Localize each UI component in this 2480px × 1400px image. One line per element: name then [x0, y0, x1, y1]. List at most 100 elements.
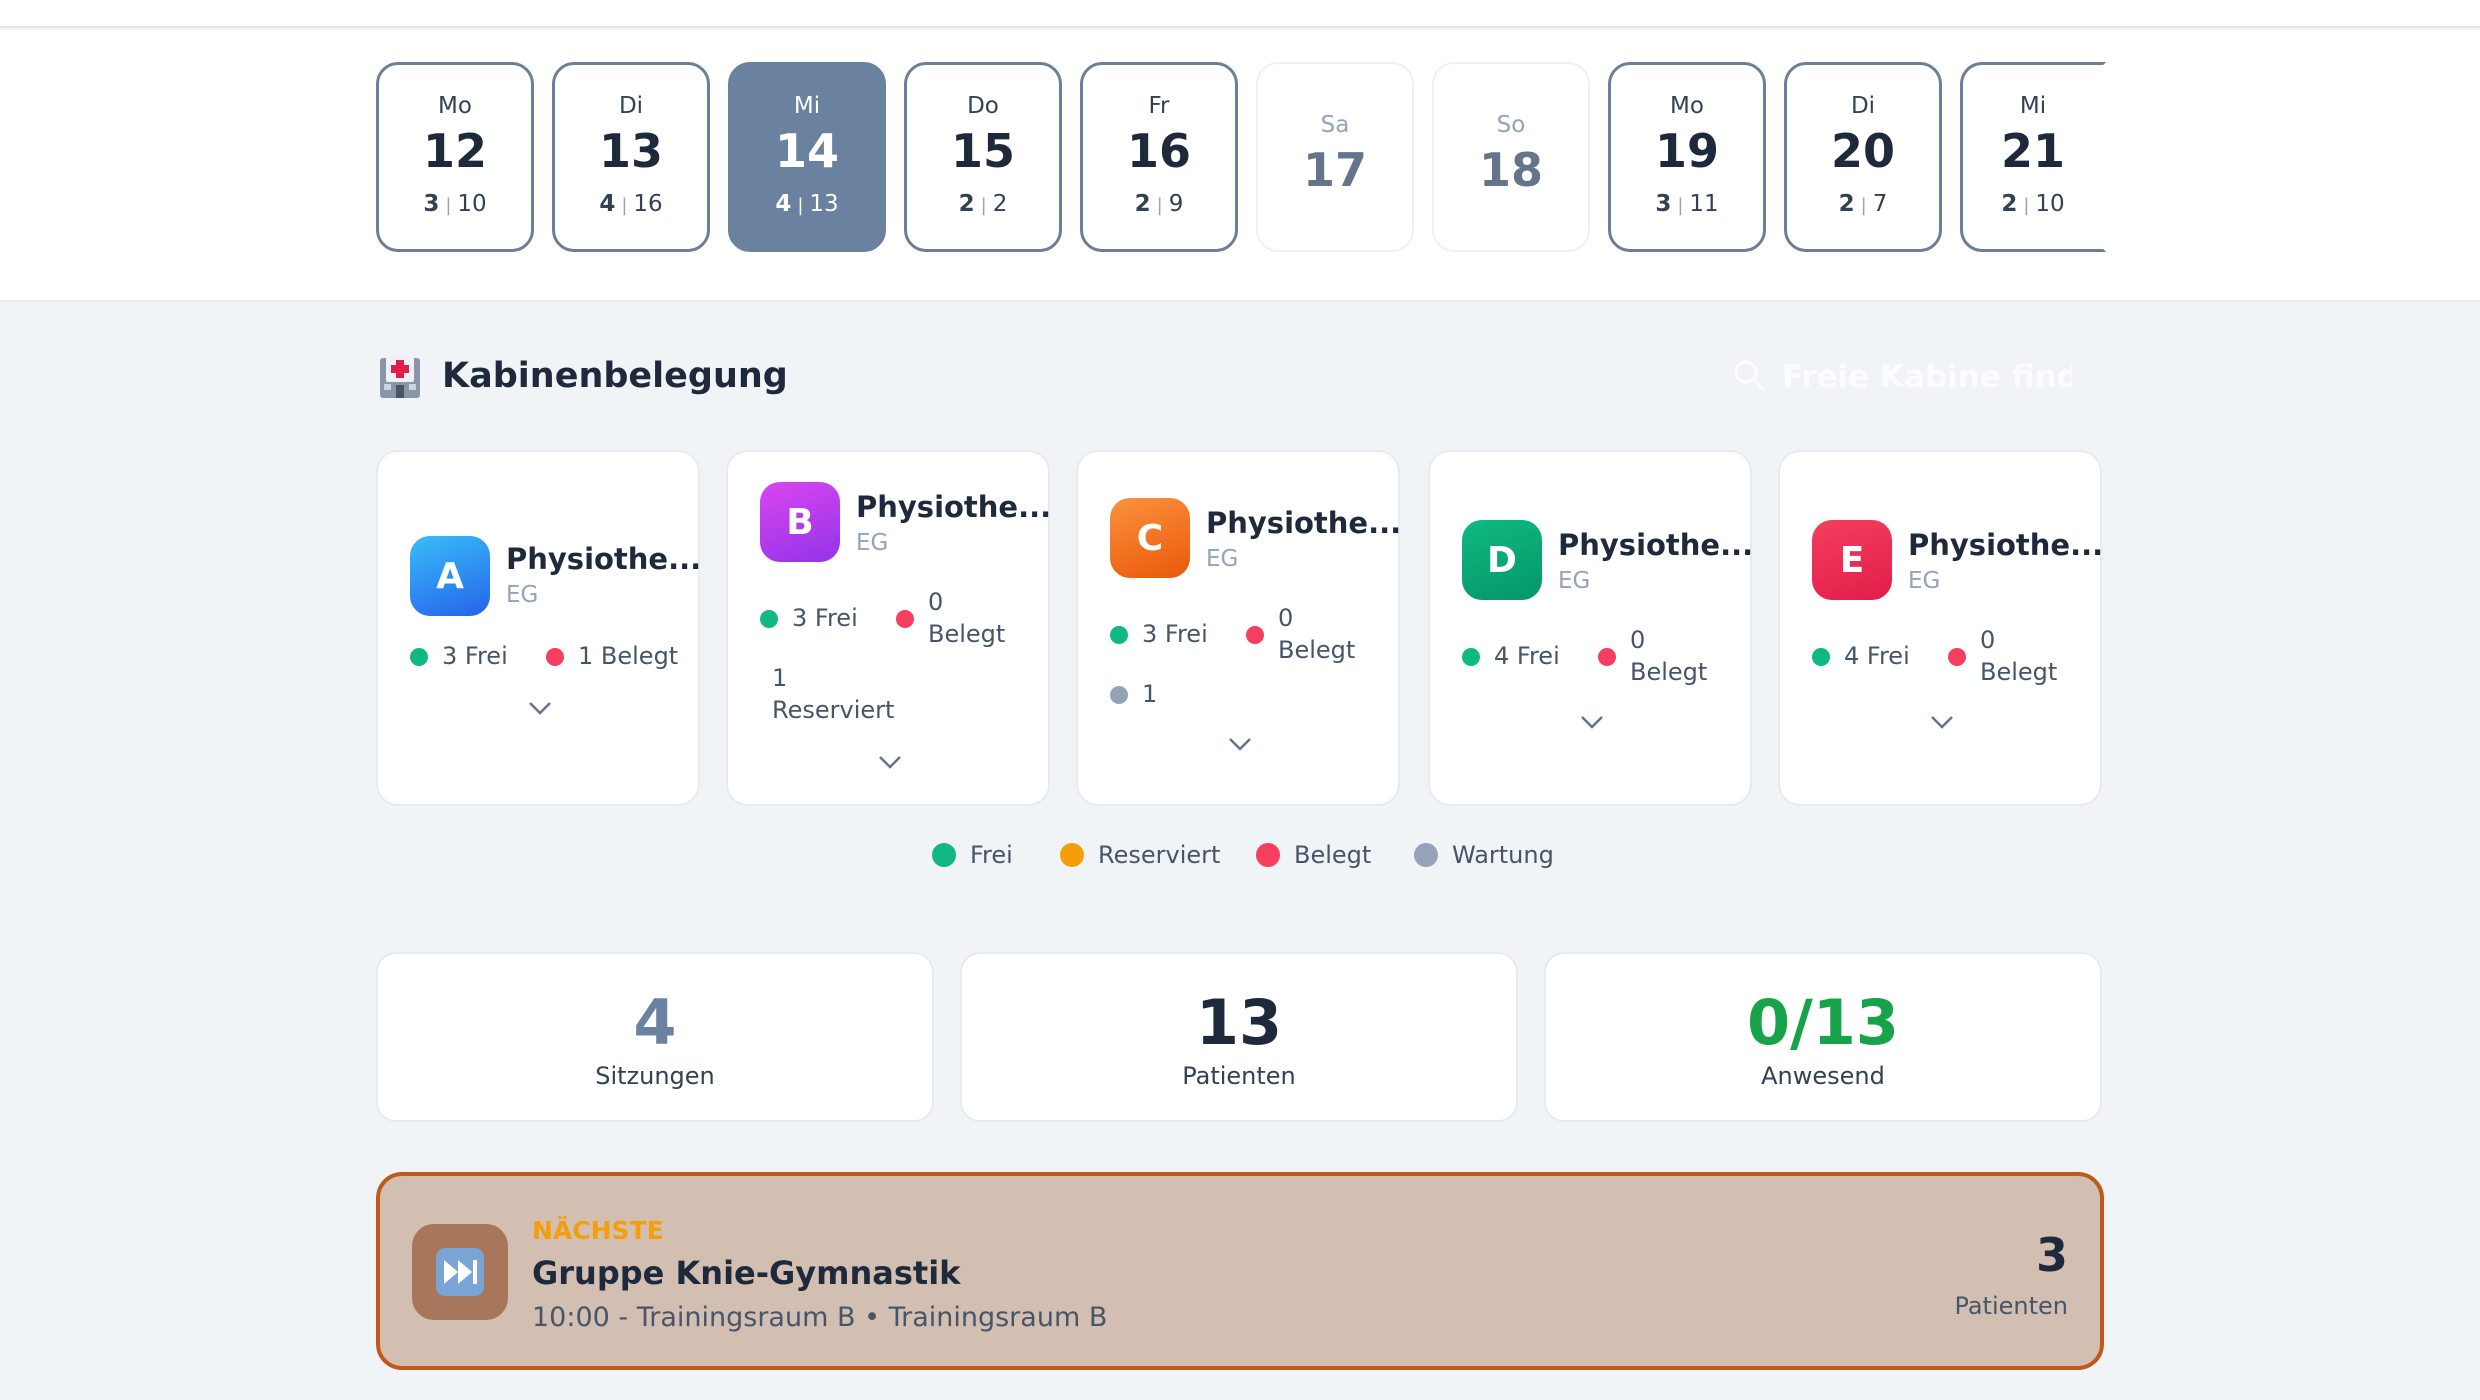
day-button-di-20[interactable]: Di 20 2 | 7	[1784, 62, 1942, 252]
kpi-value: 13	[1195, 986, 1283, 1059]
top-bar	[0, 0, 2480, 28]
day-weekday: Mi	[793, 93, 821, 119]
day-date: 14	[774, 124, 839, 178]
chevron-down-icon[interactable]	[1228, 736, 1252, 751]
day-counts: 2 | 10	[2001, 191, 2065, 217]
cabin-name: Physiothe...	[506, 542, 702, 576]
day-session-count: 2	[958, 191, 975, 217]
day-weekday: Do	[967, 93, 999, 119]
occupied-status-dot	[546, 648, 564, 666]
legend-item-wartung: Wartung	[1414, 841, 1554, 869]
cabin-floor: EG	[506, 582, 539, 608]
search-input[interactable]	[1782, 359, 2072, 395]
legend-label: Wartung	[1452, 841, 1554, 869]
occupied-status-dot	[1598, 648, 1616, 666]
legend-dot	[1060, 843, 1084, 867]
day-button-di-13[interactable]: Di 13 4 | 16	[552, 62, 710, 252]
chevron-down-icon[interactable]	[1580, 714, 1604, 729]
day-date: 13	[598, 124, 663, 178]
kpi-label: Sitzungen	[595, 1062, 715, 1090]
day-button-sa-17[interactable]: Sa 17	[1256, 62, 1414, 252]
day-session-count: 2	[1134, 191, 1151, 217]
day-weekday: Fr	[1148, 93, 1170, 119]
legend-label: Frei	[970, 841, 1013, 869]
cabin-badge: B	[760, 482, 840, 562]
chevron-down-icon[interactable]	[1930, 714, 1954, 729]
day-counts: 2 | 9	[1134, 191, 1184, 217]
cabin-card-c[interactable]: C Physiothe... EG 3 Frei 0 Belegt 1	[1076, 450, 1402, 806]
cabin-card-e[interactable]: E Physiothe... EG 4 Frei 0 Belegt	[1778, 450, 2103, 806]
day-weekday: Mo	[1670, 93, 1704, 119]
day-weekday: So	[1496, 112, 1526, 138]
day-weekday: Mi	[2019, 93, 2047, 119]
cabin-name: Physiothe...	[1206, 506, 1402, 540]
next-patient-count: 3	[2035, 1228, 2068, 1282]
free-status-dot	[1462, 648, 1480, 666]
day-session-count: 3	[423, 191, 440, 217]
day-session-count: 4	[599, 191, 616, 217]
fast-forward-icon	[412, 1224, 508, 1320]
free-count: 3 Frei	[442, 642, 508, 670]
day-weekday: Di	[618, 93, 644, 119]
cabin-card-d[interactable]: D Physiothe... EG 4 Frei 0 Belegt	[1428, 450, 1753, 806]
occupied-status-dot	[1246, 626, 1264, 644]
day-button-mo-19[interactable]: Mo 19 3 | 11	[1608, 62, 1766, 252]
next-session-card[interactable]: NÄCHSTE Gruppe Knie-Gymnastik 10:00 - Tr…	[376, 1172, 2104, 1370]
kpi-sessions: 4 Sitzungen	[376, 952, 934, 1122]
cabin-card-a[interactable]: A Physiothe... EG 3 Frei 1 Belegt	[376, 450, 702, 806]
day-button-fr-16[interactable]: Fr 16 2 | 9	[1080, 62, 1238, 252]
kpi-patients: 13 Patienten	[960, 952, 1518, 1122]
day-button-mo-12[interactable]: Mo 12 3 | 10	[376, 62, 534, 252]
day-counts: 3 | 11	[1655, 191, 1719, 217]
occupied-status-dot	[896, 610, 914, 628]
section-title: Kabinenbelegung	[442, 356, 788, 396]
day-button-do-15[interactable]: Do 15 2 | 2	[904, 62, 1062, 252]
reserved-count: 1 Reserviert	[772, 664, 895, 724]
free-count: 4 Frei	[1844, 642, 1910, 670]
day-counts: 3 | 10	[423, 191, 487, 217]
occupied-count: 0 Belegt	[1630, 626, 1708, 686]
legend-item-belegt: Belegt	[1256, 841, 1371, 869]
kpi-value: 0/13	[1746, 986, 1900, 1059]
day-button-mi-21[interactable]: Mi 21 2 | 10	[1960, 62, 2106, 252]
legend-dot	[1414, 843, 1438, 867]
legend-item-reserviert: Reserviert	[1060, 841, 1220, 869]
hospital-icon	[376, 352, 424, 400]
day-date: 20	[1830, 124, 1895, 178]
day-patient-count: 2	[992, 191, 1008, 217]
day-button-so-18[interactable]: So 18	[1432, 62, 1590, 252]
day-patient-count: 10	[2035, 191, 2065, 217]
chevron-down-icon[interactable]	[878, 754, 902, 769]
day-weekday: Mo	[438, 93, 472, 119]
free-count: 3 Frei	[792, 604, 858, 632]
day-date: 21	[2000, 124, 2065, 178]
occupied-count: 0 Belegt	[1980, 626, 2058, 686]
cabin-badge: E	[1812, 520, 1892, 600]
day-date: 12	[422, 124, 487, 178]
day-patient-count: 13	[809, 191, 839, 217]
free-status-dot	[1110, 626, 1128, 644]
free-status-dot	[1812, 648, 1830, 666]
occupied-status-dot	[1948, 648, 1966, 666]
cabin-floor: EG	[1558, 568, 1591, 594]
day-session-count: 4	[775, 191, 792, 217]
cabin-badge: D	[1462, 520, 1542, 600]
cabin-card-b[interactable]: B Physiothe... EG 3 Frei 0 Belegt 1 Reserv…	[726, 450, 1052, 806]
chevron-down-icon[interactable]	[528, 700, 552, 715]
cabin-badge: A	[410, 536, 490, 616]
free-cabin-search[interactable]	[1732, 355, 2072, 399]
status-legend: Frei Reserviert Belegt Wartung	[0, 838, 2480, 872]
day-date: 19	[1654, 124, 1719, 178]
day-date: 18	[1478, 143, 1543, 197]
search-icon	[1732, 358, 1766, 396]
day-patient-count: 16	[633, 191, 663, 217]
day-patient-count: 9	[1168, 191, 1184, 217]
day-button-mi-14[interactable]: Mi 14 4 | 13	[728, 62, 886, 252]
cabin-name: Physiothe...	[856, 490, 1052, 524]
day-session-count: 2	[2001, 191, 2018, 217]
free-count: 4 Frei	[1494, 642, 1560, 670]
day-session-count: 3	[1655, 191, 1672, 217]
occupied-count: 1 Belegt	[578, 642, 679, 670]
legend-dot	[932, 843, 956, 867]
kpi-label: Patienten	[1182, 1062, 1296, 1090]
